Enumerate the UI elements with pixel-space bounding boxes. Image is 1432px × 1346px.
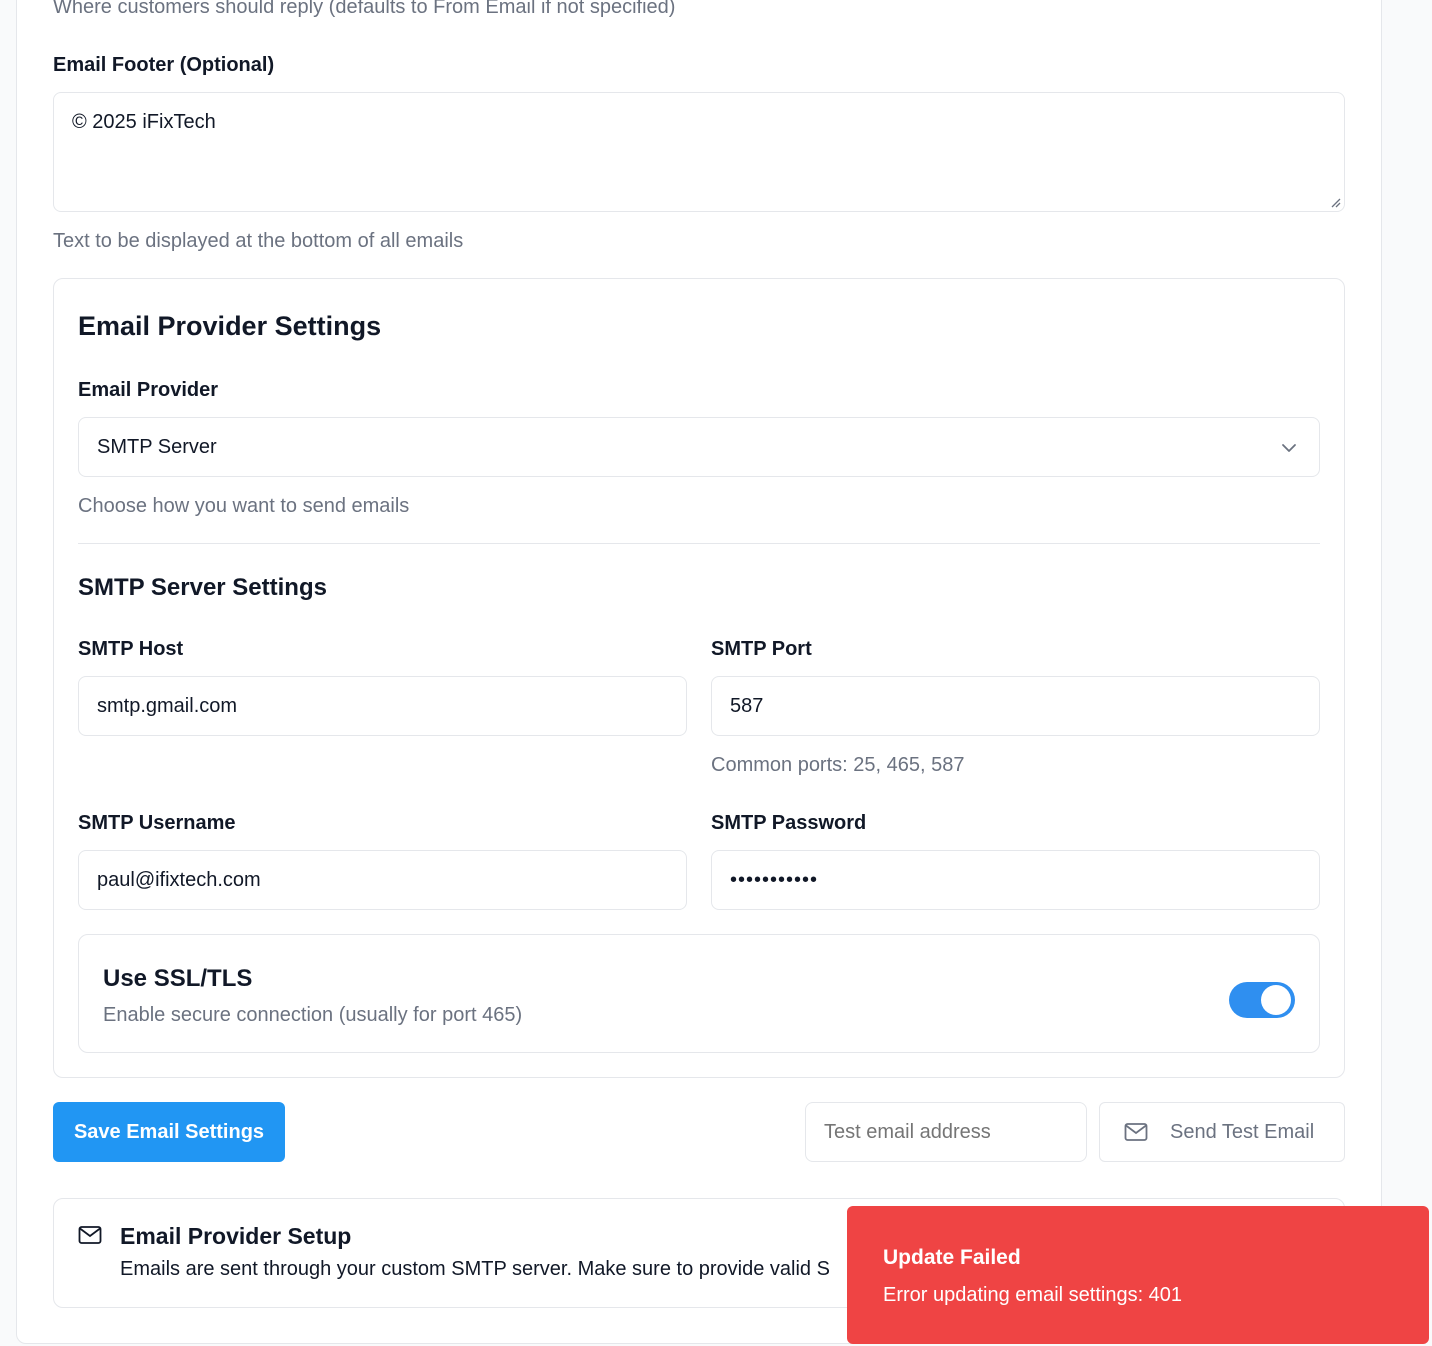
chevron-down-icon	[1282, 444, 1296, 452]
mail-icon	[1124, 1123, 1148, 1141]
smtp-password-input[interactable]: •••••••••••	[711, 850, 1320, 910]
provider-help: Choose how you want to send emails	[78, 495, 410, 517]
provider-label: Email Provider	[78, 379, 219, 401]
smtp-port-value: 587	[730, 694, 764, 717]
smtp-port-help: Common ports: 25, 465, 587	[711, 754, 965, 776]
provider-settings-title: Email Provider Settings	[78, 311, 382, 341]
setup-info-body: Emails are sent through your custom SMTP…	[120, 1258, 830, 1280]
smtp-password-label: SMTP Password	[711, 812, 867, 834]
footer-textarea-value: © 2025 iFixTech	[72, 111, 216, 133]
provider-select[interactable]: SMTP Server	[78, 417, 1320, 477]
send-test-email-label: Send Test Email	[1170, 1120, 1315, 1143]
mail-icon	[78, 1226, 102, 1244]
ssl-toggle-panel	[78, 934, 1320, 1053]
section-divider	[78, 543, 1320, 544]
toast-message: Error updating email settings: 401	[883, 1284, 1183, 1306]
smtp-host-label: SMTP Host	[78, 638, 184, 660]
smtp-username-label: SMTP Username	[78, 812, 236, 834]
test-email-input[interactable]	[805, 1102, 1087, 1162]
setup-info-title: Email Provider Setup	[120, 1223, 352, 1249]
footer-label: Email Footer (Optional)	[53, 54, 275, 76]
ssl-title: Use SSL/TLS	[103, 965, 253, 992]
smtp-username-input[interactable]: paul@ifixtech.com	[78, 850, 687, 910]
smtp-host-value: smtp.gmail.com	[97, 694, 238, 717]
save-email-settings-button[interactable]: Save Email Settings	[53, 1102, 285, 1162]
footer-textarea[interactable]: © 2025 iFixTech	[53, 92, 1345, 212]
resize-grip-icon[interactable]	[1329, 196, 1341, 208]
error-toast[interactable]: Update Failed Error updating email setti…	[847, 1206, 1429, 1344]
footer-help: Text to be displayed at the bottom of al…	[53, 230, 464, 252]
ssl-help: Enable secure connection (usually for po…	[103, 1004, 523, 1026]
ssl-toggle[interactable]	[1229, 982, 1295, 1018]
provider-select-value: SMTP Server	[97, 435, 217, 458]
send-test-email-button[interactable]: Send Test Email	[1099, 1102, 1345, 1162]
smtp-port-input[interactable]: 587	[711, 676, 1320, 736]
smtp-password-value: •••••••••••	[730, 868, 819, 891]
toast-title: Update Failed	[883, 1246, 1021, 1269]
smtp-username-value: paul@ifixtech.com	[97, 868, 261, 891]
smtp-port-label: SMTP Port	[711, 638, 812, 660]
smtp-settings-title: SMTP Server Settings	[78, 574, 327, 601]
smtp-host-input[interactable]: smtp.gmail.com	[78, 676, 687, 736]
ssl-toggle-knob	[1261, 985, 1291, 1015]
reply-to-help: Where customers should reply (defaults t…	[53, 0, 676, 18]
